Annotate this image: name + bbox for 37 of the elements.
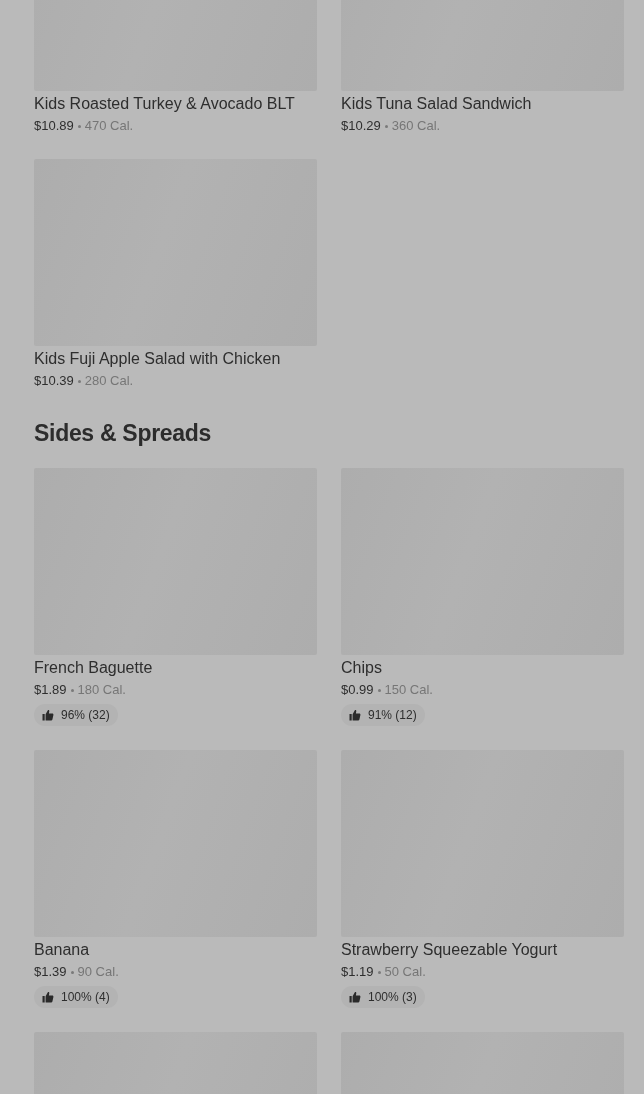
separator-dot [377, 970, 381, 974]
item-price: $10.39 [34, 372, 74, 390]
item-calories: 150 Cal. [384, 681, 433, 699]
item-price: $1.19 [341, 963, 374, 981]
separator-dot [77, 379, 81, 383]
separator-dot [377, 688, 381, 692]
item-name[interactable]: Strawberry Squeezable Yogurt [341, 940, 624, 960]
thumbs-up-icon [42, 709, 54, 721]
rating-badge: 100% (3) [341, 986, 425, 1008]
rating-badge: 96% (32) [34, 704, 118, 726]
item-name[interactable]: Kids Roasted Turkey & Avocado BLT [34, 94, 317, 114]
thumbs-up-icon [349, 991, 361, 1003]
item-name[interactable]: Banana [34, 940, 317, 960]
item-price: $10.29 [341, 117, 381, 135]
item-calories: 90 Cal. [77, 963, 119, 981]
rating-badge: 91% (12) [341, 704, 425, 726]
item-calories: 280 Cal. [84, 372, 134, 390]
section-heading: Sides & Spreads [34, 419, 213, 448]
thumbs-up-icon [42, 991, 54, 1003]
separator-dot [384, 124, 388, 128]
item-calories: 470 Cal. [84, 117, 134, 135]
item-name[interactable]: Chips [341, 658, 624, 678]
item-price: $0.99 [341, 681, 374, 699]
item-calories: 360 Cal. [391, 117, 441, 135]
item-name[interactable]: Kids Tuna Salad Sandwich [341, 94, 624, 114]
item-name[interactable]: Kids Fuji Apple Salad with Chicken [34, 349, 317, 369]
thumbs-up-icon [349, 709, 361, 721]
separator-dot [70, 970, 74, 974]
item-price: $1.39 [34, 963, 67, 981]
item-price: $10.89 [34, 117, 74, 135]
rating-badge: 100% (4) [34, 986, 118, 1008]
item-price: $1.89 [34, 681, 67, 699]
item-name[interactable]: French Baguette [34, 658, 317, 678]
separator-dot [77, 124, 81, 128]
item-calories: 50 Cal. [384, 963, 426, 981]
item-calories: 180 Cal. [77, 681, 126, 699]
separator-dot [70, 688, 74, 692]
